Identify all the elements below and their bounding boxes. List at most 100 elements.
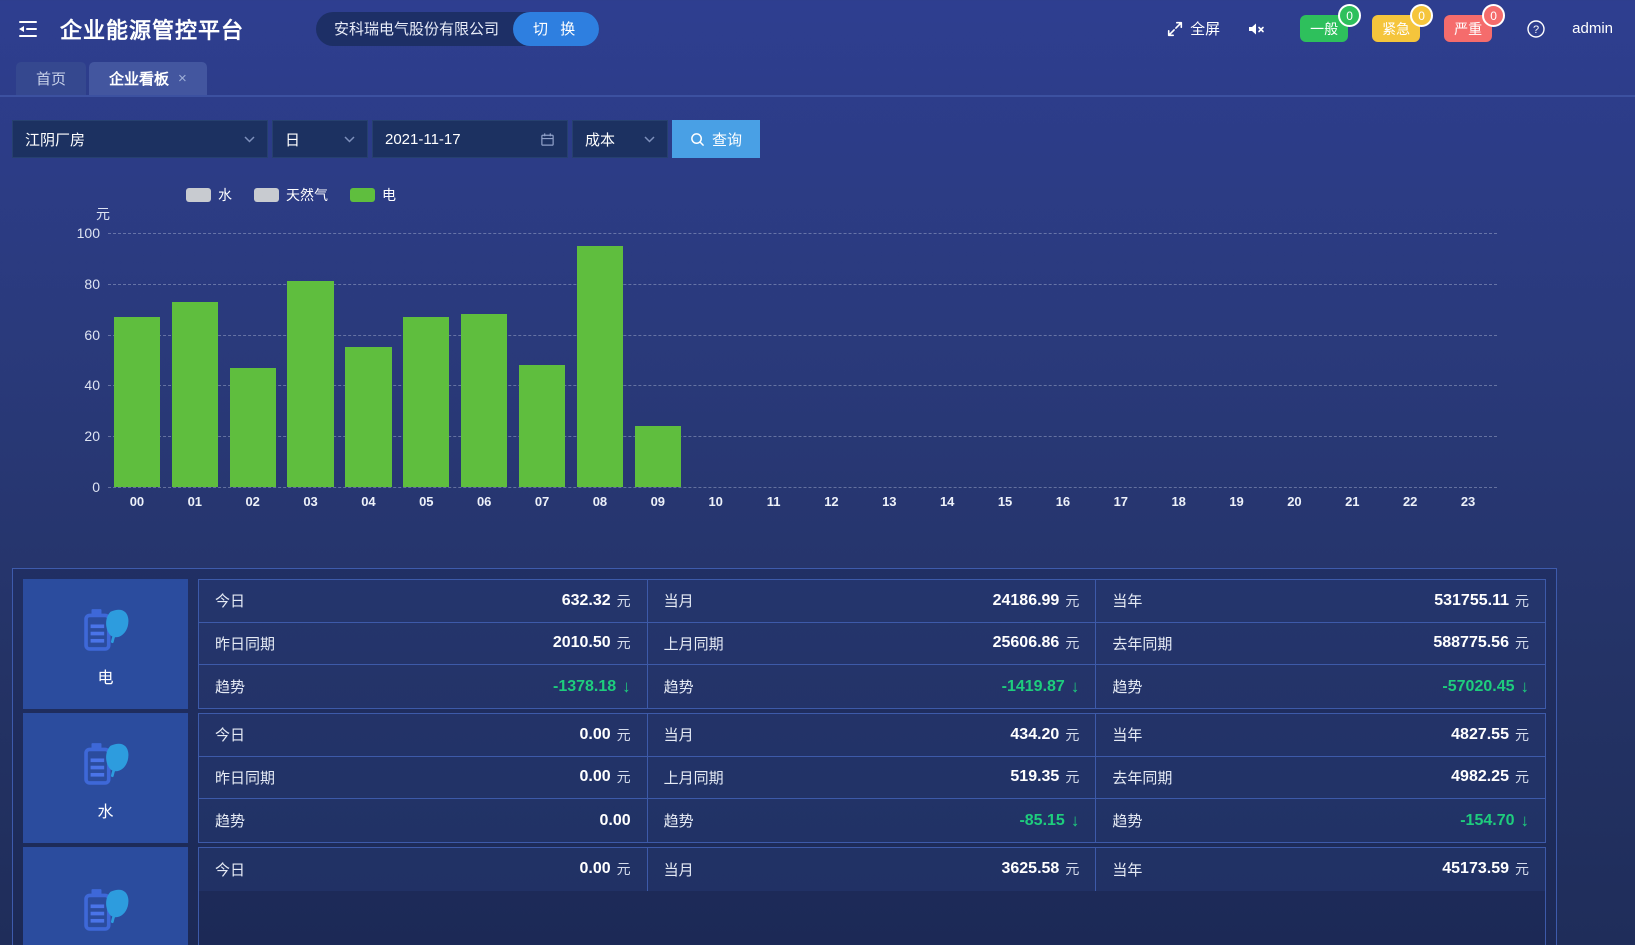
bar-slot xyxy=(455,233,513,487)
legend-swatch-icon xyxy=(254,188,279,202)
bar-slot xyxy=(976,233,1034,487)
legend-item[interactable]: 电 xyxy=(350,185,396,205)
fullscreen-button[interactable]: 全屏 xyxy=(1166,18,1220,39)
bar-slot xyxy=(513,233,571,487)
close-icon[interactable]: × xyxy=(178,70,187,87)
bar-电-01 xyxy=(172,302,218,487)
bar-电-02 xyxy=(230,368,276,487)
stat-unit: 元 xyxy=(617,633,631,653)
date-picker[interactable]: 2021-11-17 xyxy=(372,120,568,158)
stat-cell: 趋势 -154.70 ↓ xyxy=(1096,799,1545,842)
stat-label: 趋势 xyxy=(215,810,245,831)
plot-area xyxy=(108,233,1497,487)
stat-value: 24186.99 xyxy=(993,592,1060,610)
stat-cell: 今日 0.00 元 xyxy=(199,714,648,757)
bar-slot xyxy=(745,233,803,487)
metric-select[interactable]: 成本 xyxy=(572,120,668,158)
stat-unit: 元 xyxy=(1515,633,1529,653)
battery-leaf-icon xyxy=(77,880,135,938)
x-axis: 0001020304050607080910111213141516171819… xyxy=(108,494,1497,509)
stat-label: 当月 xyxy=(664,590,694,611)
stat-value-wrap: -57020.45 ↓ xyxy=(1442,677,1529,697)
alarm-badge-urgent[interactable]: 紧急 0 xyxy=(1372,15,1420,42)
tab-enterprise-board[interactable]: 企业看板 × xyxy=(89,62,207,95)
bar-slot xyxy=(108,233,166,487)
chevron-down-icon xyxy=(344,136,355,143)
stat-cell: 趋势 -57020.45 ↓ xyxy=(1096,665,1545,708)
alarm-count-bubble: 0 xyxy=(1338,4,1361,27)
stat-value: 632.32 xyxy=(562,592,611,610)
tab-label: 首页 xyxy=(36,68,66,89)
stat-label: 当月 xyxy=(664,724,694,745)
bar-slot xyxy=(1323,233,1381,487)
trend-down-icon: ↓ xyxy=(622,677,631,697)
x-tick-label: 16 xyxy=(1034,494,1092,509)
switch-company-button[interactable]: 切 换 xyxy=(513,12,599,46)
stat-unit: 元 xyxy=(617,725,631,745)
bar-电-05 xyxy=(403,317,449,487)
x-tick-label: 20 xyxy=(1266,494,1324,509)
x-tick-label: 22 xyxy=(1381,494,1439,509)
bar-slot xyxy=(1266,233,1324,487)
period-select[interactable]: 日 xyxy=(272,120,368,158)
stat-value-wrap: 4982.25 元 xyxy=(1451,767,1529,787)
legend-swatch-icon xyxy=(350,188,375,202)
bar-电-07 xyxy=(519,365,565,487)
y-tick-label: 100 xyxy=(77,225,100,241)
x-tick-label: 17 xyxy=(1092,494,1150,509)
alarm-badges: 一般 0 紧急 0 严重 0 xyxy=(1300,15,1492,42)
chevron-down-icon xyxy=(244,136,255,143)
stat-unit: 元 xyxy=(1065,633,1079,653)
stat-value: -154.70 xyxy=(1460,812,1514,830)
bar-slot xyxy=(1034,233,1092,487)
stat-label: 去年同期 xyxy=(1112,767,1172,788)
metric-select-value: 成本 xyxy=(585,129,615,150)
alarm-badge-critical[interactable]: 严重 0 xyxy=(1444,15,1492,42)
stat-value: 3625.58 xyxy=(1001,860,1059,878)
stat-label: 趋势 xyxy=(1112,676,1142,697)
stat-value-wrap: 0.00 元 xyxy=(580,859,631,879)
stat-value: 25606.86 xyxy=(993,634,1060,652)
query-button[interactable]: 查询 xyxy=(672,120,760,158)
summary-panel: 电 今日 632.32 元 当月 24186.99 元 当年 531755.11… xyxy=(12,568,1557,945)
stat-value: 434.20 xyxy=(1010,726,1059,744)
stat-cell: 趋势 -1378.18 ↓ xyxy=(199,665,648,708)
stat-cell: 当年 531755.11 元 xyxy=(1096,580,1545,623)
user-menu[interactable]: admin xyxy=(1572,20,1613,37)
stat-unit: 元 xyxy=(1065,859,1079,879)
stat-label: 趋势 xyxy=(215,676,245,697)
tab-home[interactable]: 首页 xyxy=(16,62,86,95)
stat-value-wrap: 0.00 元 xyxy=(580,767,631,787)
mute-icon[interactable] xyxy=(1246,19,1266,39)
stat-label: 昨日同期 xyxy=(215,633,275,654)
menu-fold-icon[interactable] xyxy=(16,17,40,41)
x-tick-label: 10 xyxy=(687,494,745,509)
y-tick-label: 40 xyxy=(84,377,100,393)
trend-down-icon: ↓ xyxy=(1071,677,1080,697)
bar-slot xyxy=(803,233,861,487)
y-tick-label: 0 xyxy=(92,479,100,495)
x-tick-label: 07 xyxy=(513,494,571,509)
bar-电-08 xyxy=(577,246,623,487)
stat-cell: 去年同期 4982.25 元 xyxy=(1096,757,1545,800)
chart-legend: 水 天然气 电 xyxy=(186,185,396,205)
bar-slot xyxy=(397,233,455,487)
legend-item[interactable]: 天然气 xyxy=(254,185,328,205)
site-select[interactable]: 江阴厂房 xyxy=(12,120,268,158)
x-tick-label: 23 xyxy=(1439,494,1497,509)
alarm-badge-general[interactable]: 一般 0 xyxy=(1300,15,1348,42)
help-icon[interactable]: ? xyxy=(1526,19,1546,39)
stat-unit: 元 xyxy=(617,767,631,787)
stat-value-wrap: 4827.55 元 xyxy=(1451,725,1529,745)
legend-label: 电 xyxy=(382,185,396,205)
legend-item[interactable]: 水 xyxy=(186,185,232,205)
stat-label: 今日 xyxy=(215,724,245,745)
x-tick-label: 05 xyxy=(397,494,455,509)
stat-value-wrap: 3625.58 元 xyxy=(1001,859,1079,879)
stat-unit: 元 xyxy=(1065,725,1079,745)
summary-cards: 电 今日 632.32 元 当月 24186.99 元 当年 531755.11… xyxy=(23,579,1546,945)
energy-cost-chart: 水天然气电 元 100806040200 0001020304050607080… xyxy=(0,158,1635,556)
stat-value: 0.00 xyxy=(580,860,611,878)
x-tick-label: 04 xyxy=(340,494,398,509)
stat-value-wrap: 519.35 元 xyxy=(1010,767,1079,787)
